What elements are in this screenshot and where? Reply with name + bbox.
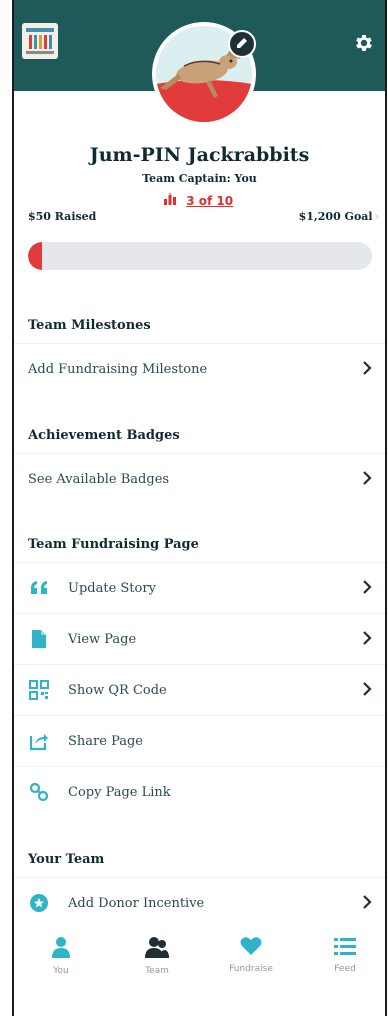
section-title-your-team: Your Team — [28, 852, 105, 867]
document-icon — [28, 628, 50, 650]
update-story-row[interactable]: Update Story — [14, 562, 385, 613]
show-qr-label: Show QR Code — [68, 682, 167, 698]
share-page-label: Share Page — [68, 733, 143, 749]
tab-fundraise[interactable]: Fundraise — [216, 936, 286, 974]
team-captain-label: Team Captain: You — [142, 172, 257, 185]
view-page-row[interactable]: View Page — [14, 613, 385, 664]
add-donor-incentive-label: Add Donor Incentive — [68, 895, 205, 911]
tab-you-label: You — [53, 966, 69, 976]
chevron-right-icon — [363, 631, 372, 645]
heart-icon — [240, 937, 262, 955]
progress-bar — [28, 242, 372, 270]
tab-team-label: Team — [145, 966, 169, 976]
team-rank-link[interactable]: 3 of 10 — [164, 193, 233, 208]
chevron-right-icon — [363, 895, 372, 909]
section-title-badges: Achievement Badges — [28, 428, 180, 443]
edit-avatar-button[interactable] — [228, 30, 256, 58]
tab-team[interactable]: Team — [122, 936, 192, 976]
tab-fundraise-label: Fundraise — [229, 964, 273, 974]
tab-feed-label: Feed — [334, 964, 356, 974]
amount-raised: $50 Raised — [28, 210, 97, 223]
gear-icon[interactable] — [353, 32, 375, 54]
team-name: Jum-PIN Jackrabbits — [89, 144, 310, 166]
person-icon — [52, 937, 70, 958]
goal-text: $1,200 Goal — [298, 210, 373, 223]
team-icon — [145, 937, 169, 958]
list-icon — [334, 938, 356, 955]
incentive-badge-icon — [28, 892, 50, 914]
tab-feed[interactable]: Feed — [310, 936, 380, 974]
qr-code-icon — [28, 679, 50, 701]
chevron-right-icon — [363, 682, 372, 696]
section-title-milestones: Team Milestones — [28, 318, 151, 333]
fundraising-goal[interactable]: $1,200 Goal › — [299, 210, 379, 223]
see-badges-label: See Available Badges — [28, 471, 170, 487]
chevron-right-icon — [363, 580, 372, 594]
section-title-fundraising-page: Team Fundraising Page — [28, 537, 199, 552]
event-logo-icon[interactable] — [22, 23, 58, 59]
leaderboard-icon — [164, 193, 176, 205]
team-rank-text: 3 of 10 — [186, 194, 234, 208]
add-milestone-label: Add Fundraising Milestone — [28, 361, 208, 377]
show-qr-row[interactable]: Show QR Code — [14, 664, 385, 715]
chevron-right-icon — [363, 361, 372, 375]
see-badges-row[interactable]: See Available Badges — [14, 453, 385, 504]
copy-link-row[interactable]: Copy Page Link — [14, 766, 385, 817]
chevron-right-icon — [363, 471, 372, 485]
add-milestone-row[interactable]: Add Fundraising Milestone — [14, 343, 385, 394]
update-story-label: Update Story — [68, 580, 156, 596]
share-icon — [28, 730, 50, 752]
app-screen: Jum-PIN Jackrabbits Team Captain: You 3 … — [12, 0, 387, 1016]
copy-link-label: Copy Page Link — [68, 784, 171, 800]
pencil-icon — [237, 38, 247, 48]
tab-you[interactable]: You — [26, 936, 96, 976]
quote-icon — [28, 577, 50, 599]
link-icon — [28, 781, 50, 803]
share-page-row[interactable]: Share Page — [14, 715, 385, 766]
bottom-tab-bar: You Team Fundraise Feed — [14, 922, 385, 994]
add-donor-incentive-row[interactable]: Add Donor Incentive — [14, 877, 385, 928]
chevron-right-icon: › — [374, 210, 379, 223]
view-page-label: View Page — [68, 631, 137, 647]
progress-bar-fill — [28, 242, 43, 270]
